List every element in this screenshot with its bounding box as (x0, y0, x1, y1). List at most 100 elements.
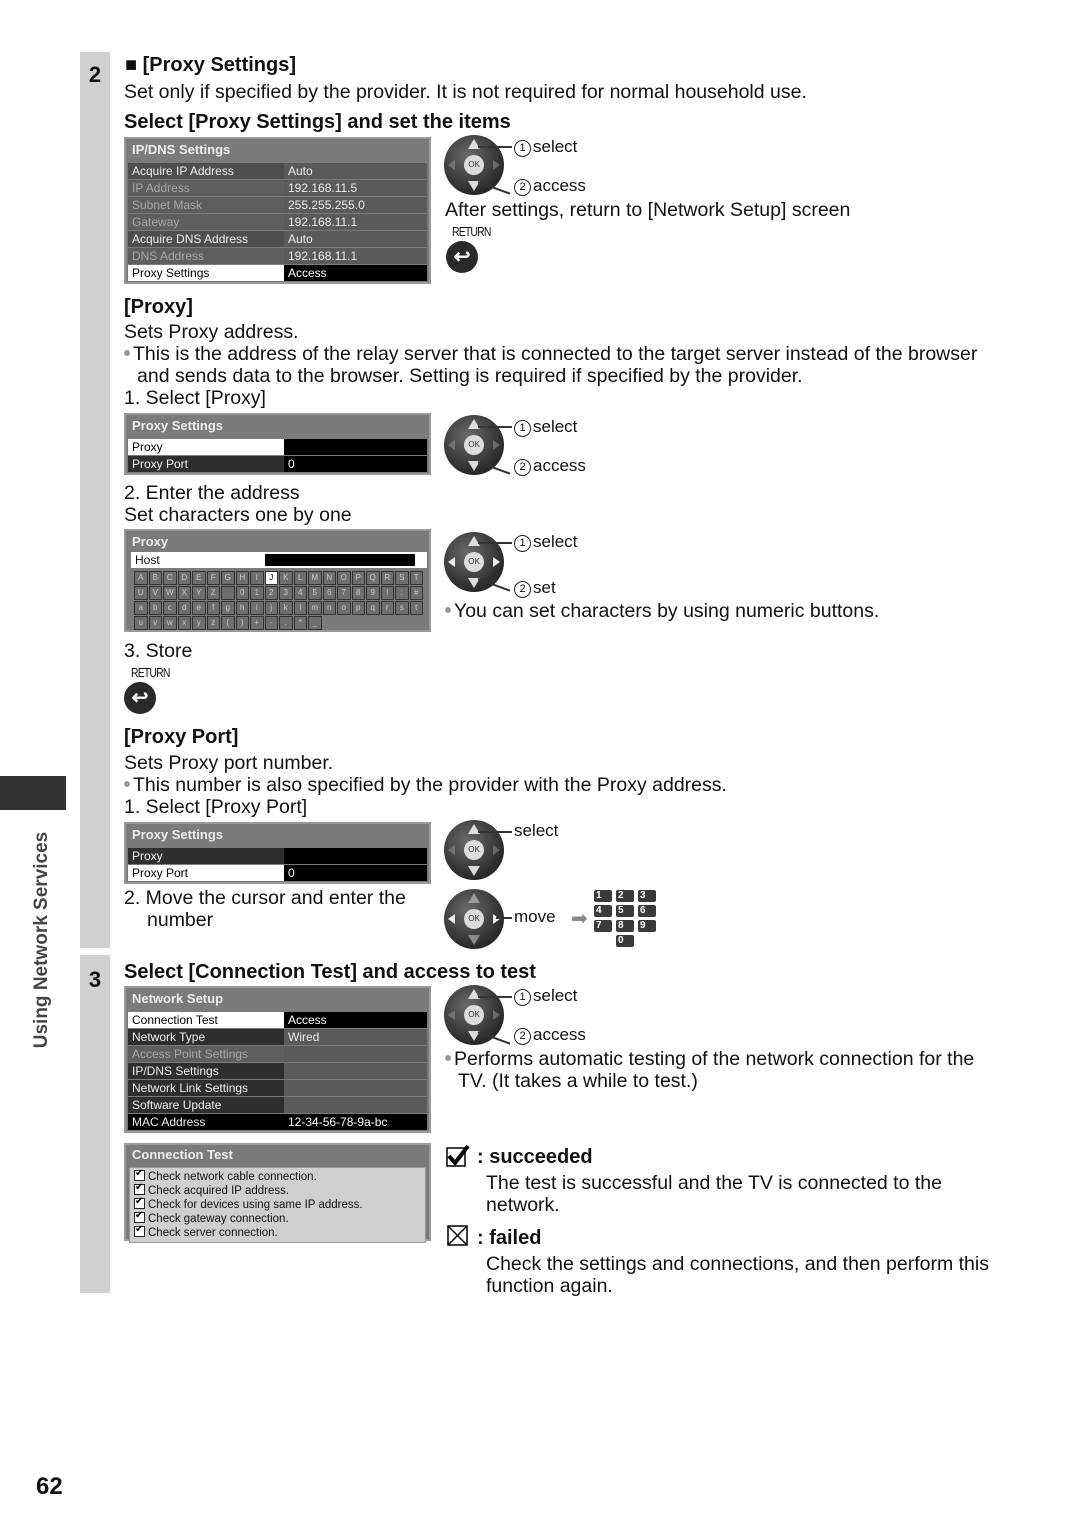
keyboard-key[interactable]: h (235, 601, 249, 615)
keyboard-key[interactable]: _ (308, 616, 322, 630)
keyboard-key[interactable]: x (177, 616, 191, 630)
keyboard-key[interactable]: ) (235, 616, 249, 630)
keyboard-key[interactable]: 2 (264, 586, 278, 600)
keyboard-key[interactable]: c (163, 601, 177, 615)
keyboard-key[interactable]: m (308, 601, 322, 615)
number-key-icon: 6 (638, 905, 656, 917)
keyboard-key[interactable]: Y (192, 586, 206, 600)
keyboard-key[interactable]: - (264, 616, 278, 630)
host-input[interactable] (265, 554, 415, 566)
keyboard-key[interactable]: N (322, 571, 336, 585)
keyboard-key[interactable]: . (279, 616, 293, 630)
menu-row[interactable]: Network Link Settings (128, 1080, 427, 1096)
menu-row-selected[interactable]: Proxy Port 0 (128, 865, 427, 881)
keyboard-key[interactable]: B (148, 571, 162, 585)
menu-row-selected[interactable]: Connection Test Access (128, 1012, 427, 1028)
keyboard-key[interactable]: 1 (250, 586, 264, 600)
keyboard-key[interactable]: 6 (322, 586, 336, 600)
keyboard-key[interactable]: # (409, 586, 423, 600)
keyboard-key[interactable]: K (279, 571, 293, 585)
keyboard-key[interactable]: 0 (235, 586, 249, 600)
keyboard-key-selected[interactable]: J (264, 571, 278, 585)
keyboard-key[interactable]: M (308, 571, 322, 585)
keyboard-key[interactable]: r (380, 601, 394, 615)
keyboard-key[interactable]: q (366, 601, 380, 615)
keyboard-key[interactable]: j (264, 601, 278, 615)
number-key-icon: 8 (616, 920, 634, 932)
menu-row[interactable]: Acquire DNS Address Auto (128, 231, 427, 247)
keyboard-key[interactable]: 5 (308, 586, 322, 600)
keyboard-key[interactable]: T (409, 571, 423, 585)
menu-row[interactable]: IP/DNS Settings (128, 1063, 427, 1079)
menu-row[interactable]: MAC Address 12-34-56-78-9a-bc (128, 1114, 427, 1130)
pointer-line (478, 996, 512, 998)
keyboard-key[interactable] (221, 586, 235, 600)
keyboard-key[interactable]: : (395, 586, 409, 600)
keyboard-key[interactable]: 7 (337, 586, 351, 600)
keyboard-key[interactable]: z (206, 616, 220, 630)
keyboard-key[interactable]: D (177, 571, 191, 585)
keyboard-key[interactable]: S (395, 571, 409, 585)
menu-row[interactable]: Proxy (128, 848, 427, 864)
menu-row[interactable]: Access Point Settings (128, 1046, 427, 1062)
keyboard-key[interactable]: O (337, 571, 351, 585)
menu-row[interactable]: Subnet Mask 255.255.255.0 (128, 197, 427, 213)
keyboard-key[interactable]: + (250, 616, 264, 630)
keyboard-key[interactable]: C (163, 571, 177, 585)
keyboard-key[interactable]: l (293, 601, 307, 615)
keyboard-key[interactable]: W (163, 586, 177, 600)
keyboard-key[interactable]: V (148, 586, 162, 600)
keyboard-key[interactable]: F (206, 571, 220, 585)
select-label: 1 select (514, 417, 577, 437)
keyboard-key[interactable]: P (351, 571, 365, 585)
keyboard-key[interactable]: n (322, 601, 336, 615)
keyboard-key[interactable]: v (148, 616, 162, 630)
menu-row-selected[interactable]: Proxy (128, 439, 427, 455)
keyboard-key[interactable]: t (409, 601, 423, 615)
keyboard-key[interactable]: A (134, 571, 148, 585)
keyboard-key[interactable]: X (177, 586, 191, 600)
keyboard-key[interactable]: Q (366, 571, 380, 585)
keyboard-key[interactable]: p (351, 601, 365, 615)
keyboard-key[interactable]: 8 (351, 586, 365, 600)
numeric-buttons-note: You can set characters by using numeric … (445, 600, 879, 622)
keyboard-key[interactable]: 4 (293, 586, 307, 600)
keyboard-key[interactable]: e (192, 601, 206, 615)
keyboard-key[interactable]: I (250, 571, 264, 585)
keyboard-key[interactable]: a (134, 601, 148, 615)
menu-row[interactable]: IP Address 192.168.11.5 (128, 180, 427, 196)
keyboard-key[interactable]: U (134, 586, 148, 600)
menu-row[interactable]: Software Update (128, 1097, 427, 1113)
menu-row[interactable]: DNS Address 192.168.11.1 (128, 248, 427, 264)
menu-row[interactable]: Gateway 192.168.11.1 (128, 214, 427, 230)
keyboard-key[interactable]: H (235, 571, 249, 585)
menu-row-selected[interactable]: Proxy Settings Access (128, 265, 427, 281)
menu-row[interactable]: Network Type Wired (128, 1029, 427, 1045)
keyboard-key[interactable]: R (380, 571, 394, 585)
menu-row[interactable]: Acquire IP Address Auto (128, 163, 427, 179)
keyboard-key[interactable]: b (148, 601, 162, 615)
keyboard-key[interactable]: 9 (366, 586, 380, 600)
keyboard-key[interactable]: Z (206, 586, 220, 600)
keyboard-key[interactable]: u (134, 616, 148, 630)
keyboard-key[interactable]: E (192, 571, 206, 585)
keyboard-key[interactable]: i (250, 601, 264, 615)
keyboard-key[interactable]: ! (380, 586, 394, 600)
host-field[interactable]: Host (131, 552, 427, 568)
keyboard-key[interactable]: f (206, 601, 220, 615)
keyboard-key[interactable]: G (221, 571, 235, 585)
keyboard-key[interactable]: L (293, 571, 307, 585)
keyboard-key[interactable]: ( (221, 616, 235, 630)
succeeded-desc-cont: network. (486, 1194, 560, 1216)
keyboard-key[interactable]: 3 (279, 586, 293, 600)
pointer-line (478, 426, 512, 428)
keyboard-key[interactable]: k (279, 601, 293, 615)
keyboard-key[interactable]: w (163, 616, 177, 630)
keyboard-key[interactable]: s (395, 601, 409, 615)
keyboard-key[interactable]: g (221, 601, 235, 615)
keyboard-key[interactable]: y (192, 616, 206, 630)
menu-row[interactable]: Proxy Port 0 (128, 456, 427, 472)
keyboard-key[interactable]: * (293, 616, 307, 630)
keyboard-key[interactable]: o (337, 601, 351, 615)
keyboard-key[interactable]: d (177, 601, 191, 615)
